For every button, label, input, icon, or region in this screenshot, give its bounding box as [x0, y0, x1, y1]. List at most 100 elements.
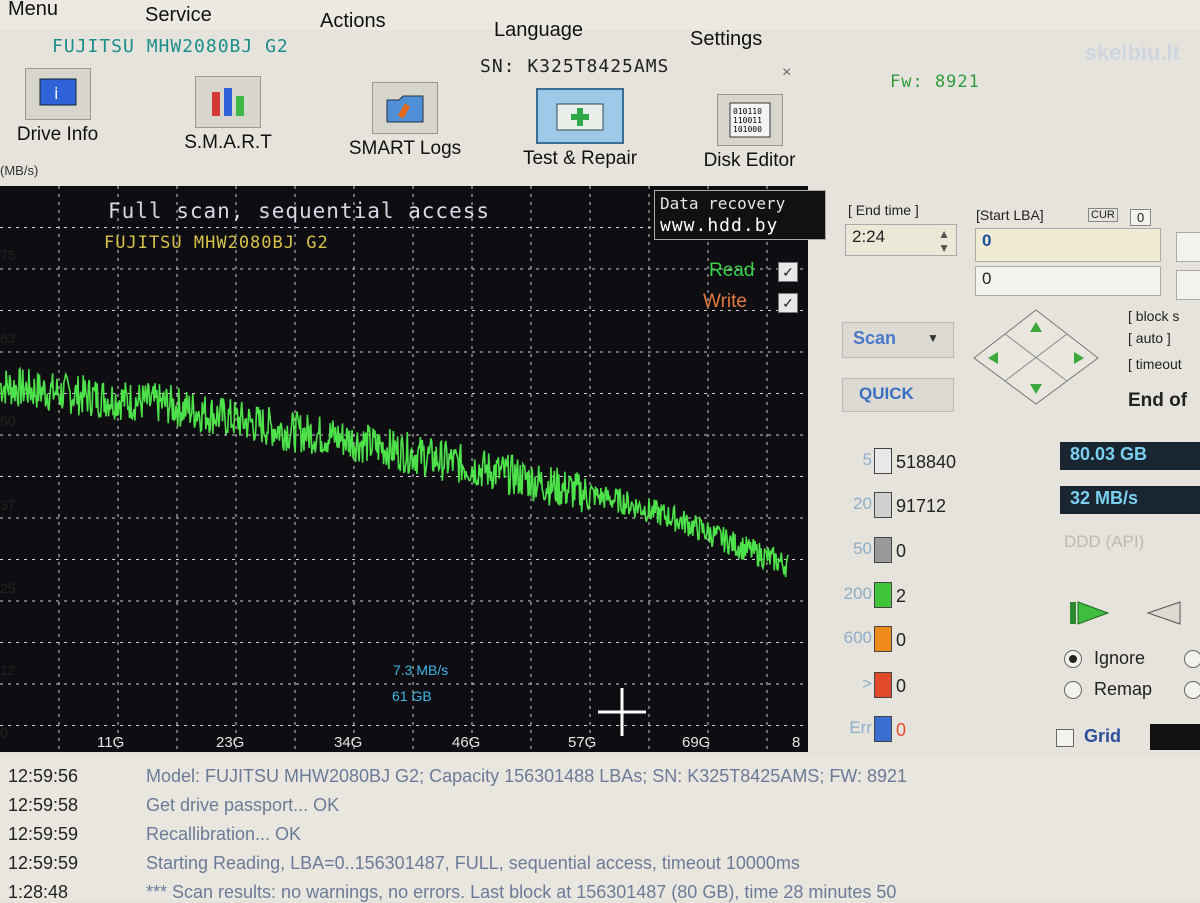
- cursor-position: 61 GB: [392, 688, 432, 704]
- menu-item-menu[interactable]: Menu: [8, 0, 58, 21]
- cur-button[interactable]: CUR: [1088, 208, 1118, 222]
- x-tick-label: 69G: [682, 734, 711, 751]
- log-time: 12:59:59: [8, 853, 79, 873]
- write-checkbox[interactable]: ✓: [778, 293, 798, 313]
- quick-button[interactable]: QUICK: [842, 378, 954, 412]
- block-size-label: [ block s: [1128, 308, 1180, 324]
- option-radio-3[interactable]: [1184, 650, 1200, 668]
- log-time: 12:59:56: [8, 766, 79, 786]
- menu-item-settings[interactable]: Settings: [690, 28, 762, 51]
- menu-bar: Menu Service Actions Language Settings: [0, 0, 1200, 50]
- lba-field-right-1[interactable]: [1176, 232, 1200, 262]
- menu-item-actions[interactable]: Actions: [320, 10, 386, 33]
- disk-editor-button[interactable]: 010110 110011 101000 Disk Editor: [682, 94, 817, 172]
- smart-logs-icon: [372, 82, 438, 134]
- remap-radio[interactable]: [1064, 681, 1082, 699]
- toolbar-label: Disk Editor: [703, 150, 796, 171]
- scan-dropdown[interactable]: Scan ▼: [842, 322, 954, 358]
- test-repair-button[interactable]: Test & Repair: [505, 88, 655, 170]
- x-tick-label: 11G: [97, 734, 125, 751]
- y-tick-label: 25: [0, 580, 16, 596]
- speed-display: 32 MB/s: [1060, 486, 1200, 514]
- toolbar-label: S.M.A.R.T: [184, 132, 272, 153]
- timeout-label: [ timeout: [1128, 356, 1182, 372]
- block-time-label: >: [862, 674, 872, 693]
- block-time-label: 50: [853, 539, 872, 558]
- spinner-icon[interactable]: ▲ ▼: [938, 227, 950, 255]
- block-count: 2: [896, 586, 907, 606]
- y-tick-label: 0: [0, 725, 8, 741]
- read-checkbox[interactable]: ✓: [778, 262, 798, 282]
- cur-value: 0: [1130, 209, 1152, 226]
- block-time-label: 600: [843, 628, 872, 647]
- block-count: 0: [896, 630, 907, 650]
- smart-icon: [195, 76, 261, 128]
- block-count: 0: [896, 541, 907, 561]
- graph-title: Full scan, sequential access: [108, 199, 491, 223]
- ddd-api-option[interactable]: DDD (API): [1064, 532, 1144, 552]
- y-tick-label: 37: [0, 497, 16, 513]
- log-message: Recallibration... OK: [146, 824, 302, 844]
- cursor-speed: 7.3 MB/s: [393, 662, 449, 678]
- svg-text:110011: 110011: [733, 116, 762, 125]
- log-message: Get drive passport... OK: [146, 795, 340, 815]
- read-legend-label: Read: [709, 260, 755, 281]
- block-color-swatch: [874, 672, 892, 698]
- block-color-swatch: [874, 626, 892, 652]
- timer-display: [1150, 724, 1200, 750]
- navigation-pad-icon[interactable]: [972, 308, 1100, 406]
- start-lba-field[interactable]: 0: [975, 228, 1161, 262]
- block-color-swatch: [874, 537, 892, 563]
- x-tick-label: 23G: [216, 734, 245, 751]
- grid-label: Grid: [1084, 726, 1122, 746]
- start-lba-value: 0: [982, 231, 992, 250]
- end-time-field[interactable]: 2:24 ▲ ▼: [845, 224, 957, 256]
- block-count: 0: [896, 720, 907, 740]
- svg-text:010110: 010110: [733, 107, 762, 116]
- x-tick-label: 34G: [334, 734, 363, 751]
- read-series-line: [0, 366, 790, 578]
- chevron-down-icon: ▼: [927, 331, 939, 345]
- grid-checkbox[interactable]: [1056, 729, 1074, 747]
- menu-item-service[interactable]: Service: [145, 4, 212, 27]
- write-legend-label: Write: [703, 291, 747, 312]
- block-color-swatch: [874, 716, 892, 742]
- drive-model: FUJITSU MHW2080BJ G2: [52, 36, 289, 57]
- end-of-label: End of: [1128, 390, 1188, 411]
- log-message: Model: FUJITSU MHW2080BJ G2; Capacity 15…: [146, 766, 908, 786]
- close-icon[interactable]: ×: [782, 64, 791, 82]
- crosshair-icon: [598, 688, 646, 736]
- menu-item-language[interactable]: Language: [494, 19, 583, 42]
- ad-line-2: www.hdd.by: [660, 215, 779, 236]
- end-time-value: 2:24: [852, 227, 886, 246]
- graph-subtitle: FUJITSU MHW2080BJ G2: [104, 233, 329, 253]
- drive-firmware: Fw: 8921: [890, 72, 980, 92]
- drive-info-button[interactable]: i Drive Info: [0, 68, 115, 146]
- block-color-swatch: [874, 448, 892, 474]
- end-lba-field[interactable]: 0: [975, 266, 1161, 296]
- block-time-label: 5: [862, 450, 872, 469]
- end-lba-value: 0: [982, 269, 992, 288]
- smart-button[interactable]: S.M.A.R.T: [168, 76, 288, 154]
- capacity-value: 80.03 GB: [1070, 444, 1148, 464]
- log-time: 12:59:59: [8, 824, 79, 844]
- disk-editor-icon: 010110 110011 101000: [716, 94, 783, 146]
- y-axis-unit: (MB/s): [0, 163, 39, 178]
- ignore-radio[interactable]: [1064, 650, 1082, 668]
- smart-logs-button[interactable]: SMART Logs: [330, 82, 480, 160]
- play-forward-icon[interactable]: [1068, 600, 1110, 626]
- quick-label: QUICK: [859, 384, 914, 403]
- ad-line-1: Data recovery: [660, 194, 786, 213]
- y-tick-label: 50: [0, 413, 16, 429]
- start-lba-label: [Start LBA]: [976, 207, 1044, 223]
- x-tick-label: 46G: [452, 734, 481, 751]
- capacity-display: 80.03 GB: [1060, 442, 1200, 470]
- x-tick-label: 57G: [568, 734, 597, 751]
- lba-field-right-2[interactable]: [1176, 270, 1200, 300]
- block-color-swatch: [874, 582, 892, 608]
- remap-label: Remap: [1094, 679, 1153, 699]
- play-backward-icon[interactable]: [1142, 600, 1182, 626]
- block-color-swatch: [874, 492, 892, 518]
- drive-serial: SN: K325T8425AMS: [480, 56, 670, 77]
- option-radio-4[interactable]: [1184, 681, 1200, 699]
